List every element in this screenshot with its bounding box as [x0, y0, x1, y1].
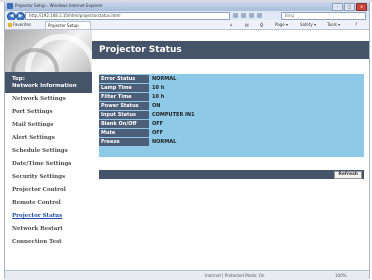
- star-icon: [8, 23, 12, 27]
- zoom-level[interactable]: 100%: [335, 273, 346, 278]
- sidebar-item-top[interactable]: Top: Network Information: [5, 72, 92, 93]
- sidebar-item-schedule-settings[interactable]: Schedule Settings: [5, 145, 92, 158]
- main-panel: Projector Status Error Status NORMAL Lamp …: [92, 30, 369, 270]
- home-icon[interactable]: ⌂: [230, 21, 233, 28]
- status-key: Mute: [99, 129, 149, 137]
- status-key: Filter Time: [99, 93, 149, 101]
- status-value: COMPUTER IN1: [152, 112, 195, 118]
- sidebar-item-projector-status[interactable]: Projector Status: [5, 210, 92, 223]
- status-table: Error Status NORMAL Lamp Time 10 h Filter Ti…: [99, 74, 252, 147]
- minimize-button[interactable]: –: [332, 3, 343, 11]
- status-key: Power Status: [99, 102, 149, 110]
- status-row: Mute OFF: [99, 129, 252, 137]
- status-row: Freeze NORMAL: [99, 138, 252, 146]
- status-row: Blank On/Off OFF: [99, 120, 252, 128]
- status-value: OFF: [152, 130, 164, 136]
- refresh-button[interactable]: Refresh: [334, 171, 362, 179]
- window-controls: – □ x: [332, 3, 367, 11]
- brand-logo: [5, 30, 92, 72]
- close-button[interactable]: x: [356, 3, 367, 11]
- address-tools: [233, 12, 278, 18]
- address-bar: ◀ ▶ http://192.168.1.10/html/projectorst…: [5, 11, 369, 21]
- sidebar-item-remote-control[interactable]: Remote Control: [5, 197, 92, 210]
- sidebar-item-projector-control[interactable]: Projector Control: [5, 184, 92, 197]
- page-menu[interactable]: Page ▾: [275, 21, 288, 28]
- maximize-button[interactable]: □: [344, 3, 355, 11]
- search-input[interactable]: Bing: [281, 12, 366, 20]
- sidebar-item-mail-settings[interactable]: Mail Settings: [5, 119, 92, 132]
- favorites-bar: Favorites Projector Setup ⌂ ▤ ⎙ Page ▾ S…: [5, 20, 369, 30]
- status-value: 10 h: [152, 94, 165, 100]
- sidebar-item-network-restart[interactable]: Network Restart: [5, 223, 92, 236]
- status-key: Lamp Time: [99, 84, 149, 92]
- status-key: Error Status: [99, 75, 149, 83]
- status-key: Input Status: [99, 111, 149, 119]
- status-row: Lamp Time 10 h: [99, 84, 252, 92]
- status-value: ON: [152, 103, 161, 109]
- stop-icon[interactable]: [249, 12, 254, 18]
- sidebar-top-line-2: Network Information: [12, 83, 77, 89]
- sidebar-item-security-settings[interactable]: Security Settings: [5, 171, 92, 184]
- refresh-bar: Refresh: [99, 170, 364, 179]
- browser-icon: [7, 3, 13, 9]
- sidebar: Top: Network Information Network Setting…: [5, 30, 92, 270]
- safety-menu[interactable]: Safety ▾: [300, 21, 316, 28]
- browser-window: Projector Setup - Windows Internet Explo…: [4, 2, 370, 280]
- title-bar: Projector Setup - Windows Internet Explo…: [5, 2, 369, 11]
- feeds-icon[interactable]: ▤: [245, 21, 249, 28]
- security-zone: Internet | Protected Mode: On: [205, 273, 265, 278]
- sidebar-menu: Top: Network Information Network Setting…: [5, 72, 92, 249]
- print-icon[interactable]: ⎙: [260, 21, 263, 28]
- sidebar-item-connection-test[interactable]: Connection Test: [5, 236, 92, 249]
- sidebar-item-network-settings[interactable]: Network Settings: [5, 93, 92, 106]
- compat-view-icon[interactable]: [257, 12, 262, 18]
- tab-projector-setup[interactable]: Projector Setup: [45, 21, 91, 29]
- sidebar-top-line-1: Top:: [12, 76, 25, 82]
- sidebar-item-port-settings[interactable]: Port Settings: [5, 106, 92, 119]
- status-value: OFF: [152, 121, 164, 127]
- favorites-label: Favorites: [13, 22, 32, 27]
- url-input[interactable]: http://192.168.1.10/html/projectorstatus…: [25, 12, 230, 20]
- status-panel: Error Status NORMAL Lamp Time 10 h Filter Ti…: [99, 74, 364, 157]
- sidebar-item-alert-settings[interactable]: Alert Settings: [5, 132, 92, 145]
- page-header: Projector Status: [92, 41, 369, 59]
- favorites-button[interactable]: Favorites: [8, 21, 31, 28]
- status-value: 10 h: [152, 85, 165, 91]
- help-icon[interactable]: ?: [355, 21, 357, 28]
- page-title: Projector Status: [99, 45, 182, 55]
- refresh-icon[interactable]: [241, 12, 246, 18]
- dropdown-icon[interactable]: [233, 12, 238, 18]
- status-key: Blank On/Off: [99, 120, 149, 128]
- status-row: Power Status ON: [99, 102, 252, 110]
- page-content: Top: Network Information Network Setting…: [5, 30, 369, 270]
- sidebar-item-date-time-settings[interactable]: Date/Time Settings: [5, 158, 92, 171]
- status-value: NORMAL: [152, 76, 177, 82]
- tools-menu[interactable]: Tools ▾: [327, 21, 340, 28]
- status-row: Input Status COMPUTER IN1: [99, 111, 252, 119]
- status-row: Error Status NORMAL: [99, 75, 252, 83]
- status-row: Filter Time 10 h: [99, 93, 252, 101]
- status-value: NORMAL: [152, 139, 177, 145]
- window-title: Projector Setup - Windows Internet Explo…: [15, 3, 103, 8]
- status-key: Freeze: [99, 138, 149, 146]
